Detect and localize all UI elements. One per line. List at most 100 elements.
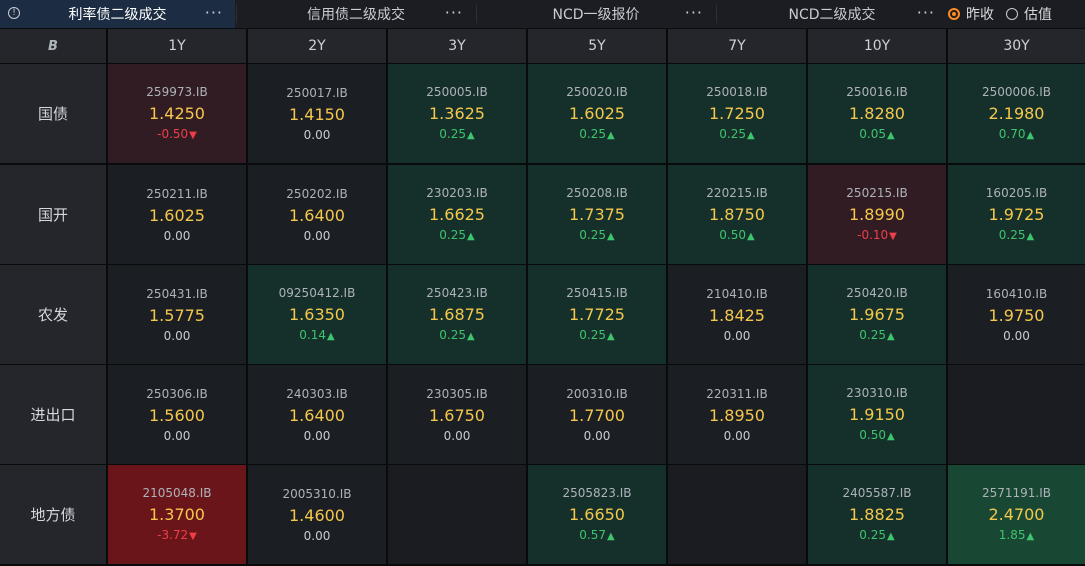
quote-cell[interactable]: 240303.IB 1.6400 0.00 bbox=[248, 365, 386, 464]
quote-cell[interactable]: 250018.IB 1.7250 0.25▲ bbox=[668, 64, 806, 163]
yield-rate: 2.4700 bbox=[988, 504, 1045, 524]
yield-rate: 1.6650 bbox=[569, 504, 625, 524]
yield-rate: 1.4250 bbox=[149, 103, 205, 123]
change-value: 0.00 bbox=[724, 428, 751, 444]
empty-quote-cell bbox=[948, 365, 1085, 464]
change-number: 0.25 bbox=[579, 227, 606, 242]
change-number: 0.70 bbox=[998, 126, 1026, 141]
change-number: 0.00 bbox=[1003, 328, 1030, 343]
tab-rate-bond-secondary[interactable]: ! 利率债二级成交 ··· bbox=[0, 0, 235, 28]
yield-rate: 1.9675 bbox=[849, 304, 905, 324]
arrow-up-icon: ▲ bbox=[467, 230, 475, 242]
change-number: 0.00 bbox=[303, 428, 331, 443]
yield-rate: 1.5775 bbox=[149, 305, 205, 325]
empty-quote-cell bbox=[388, 465, 526, 564]
radio-valuation[interactable]: 估值 bbox=[1006, 4, 1052, 24]
change-value: 0.00 bbox=[1003, 328, 1030, 344]
quote-cell[interactable]: 2571191.IB 2.4700 1.85▲ bbox=[948, 465, 1085, 564]
arrow-up-icon: ▲ bbox=[887, 129, 895, 141]
quote-cell[interactable]: 230310.IB 1.9150 0.50▲ bbox=[808, 365, 946, 464]
change-number: 0.25 bbox=[439, 327, 466, 342]
quote-cell[interactable]: 230203.IB 1.6625 0.25▲ bbox=[388, 165, 526, 264]
change-value: 0.50▲ bbox=[719, 227, 754, 245]
yield-matrix: B 1Y 2Y 3Y 5Y 7Y 10Y 30Y 国债 259973.IB 1.4250 -0.50▼… bbox=[0, 29, 1085, 566]
bond-code: 220311.IB bbox=[706, 386, 768, 401]
change-number: 0.00 bbox=[723, 428, 751, 443]
change-number: -3.72 bbox=[157, 527, 189, 542]
quote-cell[interactable]: 2105048.IB 1.3700 -3.72▼ bbox=[108, 465, 246, 564]
column-header-1y[interactable]: 1Y bbox=[108, 29, 246, 63]
quote-cell[interactable]: 250211.IB 1.6025 0.00 bbox=[108, 165, 246, 264]
more-icon[interactable]: ··· bbox=[205, 0, 223, 28]
arrow-up-icon: ▲ bbox=[887, 430, 895, 442]
radio-prev-close[interactable]: 昨收 bbox=[948, 4, 994, 24]
bond-code: 250415.IB bbox=[566, 285, 628, 300]
quote-cell[interactable]: 220215.IB 1.8750 0.50▲ bbox=[668, 165, 806, 264]
column-header-10y[interactable]: 10Y bbox=[808, 29, 946, 63]
yield-rate: 1.6350 bbox=[289, 304, 345, 324]
bond-code: 250018.IB bbox=[706, 84, 768, 99]
column-header-30y[interactable]: 30Y bbox=[948, 29, 1085, 63]
arrow-up-icon: ▲ bbox=[607, 230, 615, 242]
quote-cell[interactable]: 250016.IB 1.8280 0.05▲ bbox=[808, 64, 946, 163]
bond-code: 2505823.IB bbox=[562, 485, 632, 500]
quote-cell[interactable]: 250208.IB 1.7375 0.25▲ bbox=[528, 165, 666, 264]
quote-cell[interactable]: 250005.IB 1.3625 0.25▲ bbox=[388, 64, 526, 163]
quote-cell[interactable]: 200310.IB 1.7700 0.00 bbox=[528, 365, 666, 464]
tab-credit-bond-secondary[interactable]: 信用债二级成交 ··· bbox=[237, 0, 475, 28]
tab-ncd-secondary[interactable]: NCD二级成交 ··· bbox=[717, 0, 947, 28]
yield-rate: 1.7700 bbox=[569, 405, 625, 425]
yield-rate: 1.9725 bbox=[988, 204, 1045, 224]
bond-code: 259973.IB bbox=[146, 84, 208, 99]
column-header-3y[interactable]: 3Y bbox=[388, 29, 526, 63]
quote-cell[interactable]: 259973.IB 1.4250 -0.50▼ bbox=[108, 64, 246, 163]
change-value: 0.25▲ bbox=[719, 126, 754, 144]
quote-cell[interactable]: 09250412.IB 1.6350 0.14▲ bbox=[248, 265, 386, 364]
quote-cell[interactable]: 250020.IB 1.6025 0.25▲ bbox=[528, 64, 666, 163]
change-value: 0.25▲ bbox=[579, 327, 614, 345]
quote-cell[interactable]: 250423.IB 1.6875 0.25▲ bbox=[388, 265, 526, 364]
quote-cell[interactable]: 2005310.IB 1.4600 0.00 bbox=[248, 465, 386, 564]
yield-rate: 2.1980 bbox=[988, 103, 1045, 123]
quote-cell[interactable]: 250415.IB 1.7725 0.25▲ bbox=[528, 265, 666, 364]
quote-cell[interactable]: 250202.IB 1.6400 0.00 bbox=[248, 165, 386, 264]
change-value: 0.00 bbox=[304, 228, 331, 244]
quote-cell[interactable]: 250420.IB 1.9675 0.25▲ bbox=[808, 265, 946, 364]
radio-checked-icon bbox=[948, 8, 960, 20]
tab-ncd-primary-quote[interactable]: NCD一级报价 ··· bbox=[477, 0, 715, 28]
change-value: 0.00 bbox=[584, 428, 611, 444]
column-header-2y[interactable]: 2Y bbox=[248, 29, 386, 63]
tab-label: NCD二级成交 bbox=[788, 7, 876, 23]
yield-rate: 1.8280 bbox=[849, 103, 905, 123]
quote-cell[interactable]: 250431.IB 1.5775 0.00 bbox=[108, 265, 246, 364]
quote-cell[interactable]: 2405587.IB 1.8825 0.25▲ bbox=[808, 465, 946, 564]
quote-cell[interactable]: 2505823.IB 1.6650 0.57▲ bbox=[528, 465, 666, 564]
quote-cell[interactable]: 220311.IB 1.8950 0.00 bbox=[668, 365, 806, 464]
more-icon[interactable]: ··· bbox=[445, 0, 463, 28]
quote-cell[interactable]: 250215.IB 1.8990 -0.10▼ bbox=[808, 165, 946, 264]
bond-code: 250020.IB bbox=[566, 84, 628, 99]
app: ! 利率债二级成交 ··· 信用债二级成交 ··· NCD一级报价 ··· NC… bbox=[0, 0, 1085, 566]
bond-code: 200310.IB bbox=[566, 386, 628, 401]
bond-logo-icon[interactable]: B bbox=[48, 39, 58, 54]
info-icon[interactable]: ! bbox=[8, 7, 20, 19]
bond-code: 220215.IB bbox=[706, 185, 768, 200]
more-icon[interactable]: ··· bbox=[917, 0, 935, 28]
more-icon[interactable]: ··· bbox=[685, 0, 703, 28]
change-value: 0.00 bbox=[164, 228, 191, 244]
quote-cell[interactable]: 250017.IB 1.4150 0.00 bbox=[248, 64, 386, 163]
yield-rate: 1.4150 bbox=[289, 104, 345, 124]
quote-cell[interactable]: 160205.IB 1.9725 0.25▲ bbox=[948, 165, 1085, 264]
quote-cell[interactable]: 250306.IB 1.5600 0.00 bbox=[108, 365, 246, 464]
bond-code: 250431.IB bbox=[146, 286, 208, 301]
quote-cell[interactable]: 210410.IB 1.8425 0.00 bbox=[668, 265, 806, 364]
arrow-up-icon: ▲ bbox=[887, 530, 895, 542]
quote-cell[interactable]: 230305.IB 1.6750 0.00 bbox=[388, 365, 526, 464]
quote-cell[interactable]: 2500006.IB 2.1980 0.70▲ bbox=[948, 64, 1085, 163]
radio-unchecked-icon bbox=[1006, 8, 1018, 20]
column-header-5y[interactable]: 5Y bbox=[528, 29, 666, 63]
change-value: 0.25▲ bbox=[439, 327, 474, 345]
column-header-7y[interactable]: 7Y bbox=[668, 29, 806, 63]
quote-cell[interactable]: 160410.IB 1.9750 0.00 bbox=[948, 265, 1085, 364]
change-number: 0.00 bbox=[303, 228, 331, 243]
